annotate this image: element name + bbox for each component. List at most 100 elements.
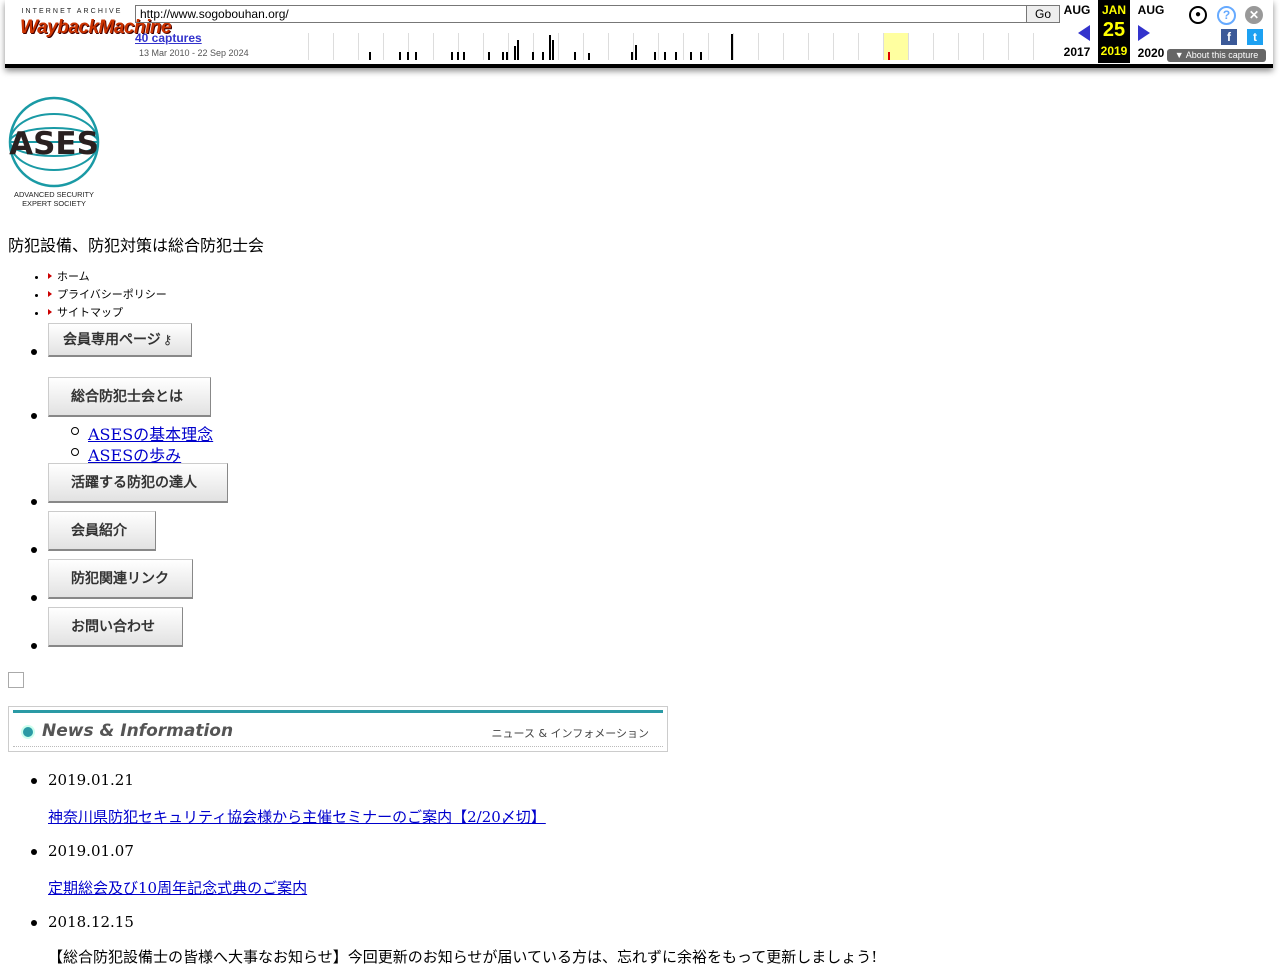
news-date: 2018.12.15 xyxy=(48,913,134,931)
util-link-sitemap[interactable]: サイトマップ xyxy=(48,304,167,322)
sparkline-year-cell[interactable] xyxy=(583,33,609,60)
next-year-label[interactable]: 2020 xyxy=(1135,46,1167,60)
sparkline-capture-mark xyxy=(675,52,677,60)
sparkline-capture-mark xyxy=(399,52,401,60)
sparkline-year-cell[interactable] xyxy=(458,33,484,60)
prev-capture-arrow-icon[interactable] xyxy=(1078,25,1090,41)
list-bullet xyxy=(31,595,37,601)
list-bullet xyxy=(31,643,37,649)
sparkline-year-cell[interactable] xyxy=(983,33,1009,60)
sparkline-capture-mark xyxy=(731,34,733,60)
sparkline-year-cell[interactable] xyxy=(908,33,934,60)
captures-link[interactable]: 40 captures xyxy=(135,31,202,45)
current-day: 25 xyxy=(1102,19,1126,41)
sparkline-capture-mark xyxy=(588,53,590,60)
current-year: 2019 xyxy=(1100,44,1128,58)
sparkline-year-cell[interactable] xyxy=(933,33,959,60)
wayback-go-button[interactable]: Go xyxy=(1026,5,1060,23)
ases-emblem-icon: ASES ADVANCED SECURITY EXPERT SOCIETY xyxy=(8,96,100,208)
sparkline-capture-mark xyxy=(517,40,519,60)
news-link[interactable]: 定期総会及び10周年記念式典のご案内 xyxy=(48,877,307,898)
ases-logo-line1: ADVANCED SECURITY xyxy=(14,190,94,199)
about-capture-button[interactable]: ▼ About this capture xyxy=(1167,49,1266,62)
nav-member-intro-button[interactable]: 会員紹介 xyxy=(48,511,156,551)
news-header-subtitle: ニュース & インフォメーション xyxy=(491,727,649,740)
sparkline-year-cell[interactable] xyxy=(683,33,709,60)
sparkline-year-cell[interactable] xyxy=(333,33,359,60)
sparkline-capture-mark xyxy=(369,52,371,60)
current-capture-date: JAN 25 2019 xyxy=(1098,0,1130,63)
sparkline-year-cell[interactable] xyxy=(958,33,984,60)
sparkline-capture-mark xyxy=(549,35,551,60)
triangle-icon xyxy=(48,273,52,279)
sparkline-year-cell[interactable] xyxy=(658,33,684,60)
nav-members-button[interactable]: 会員専用ページ ⚷ xyxy=(48,323,192,357)
current-month: JAN xyxy=(1101,3,1126,17)
sparkline-year-cell[interactable] xyxy=(558,33,584,60)
close-icon[interactable]: ✕ xyxy=(1245,6,1263,24)
sparkline-year-cell[interactable] xyxy=(1008,33,1034,60)
next-capture-arrow-icon[interactable] xyxy=(1138,25,1150,41)
sparkline-year-cell[interactable] xyxy=(358,33,384,60)
about-capture-label: About this capture xyxy=(1185,50,1259,60)
sparkline-year-cell[interactable] xyxy=(758,33,784,60)
news-header: News & Information ニュース & インフォメーション xyxy=(8,706,668,752)
nav-contact-button[interactable]: お問い合わせ xyxy=(48,607,183,647)
wayback-logo-main: WaybackMachine xyxy=(20,17,172,38)
sparkline-capture-mark xyxy=(514,46,516,60)
ases-logo[interactable]: ASES ADVANCED SECURITY EXPERT SOCIETY xyxy=(8,96,100,210)
sparkline-year-cell[interactable] xyxy=(508,33,534,60)
sparkline-capture-mark xyxy=(457,52,459,60)
prev-month-label[interactable]: AUG xyxy=(1061,3,1093,17)
sparkline-capture-mark xyxy=(488,52,490,60)
sparkline-year-cell[interactable] xyxy=(783,33,809,60)
prev-year-label[interactable]: 2017 xyxy=(1061,45,1093,59)
sparkline-year-cell[interactable] xyxy=(808,33,834,60)
sparkline-capture-mark xyxy=(463,52,465,60)
ases-logo-name: ASES xyxy=(9,126,99,162)
util-link-home[interactable]: ホーム xyxy=(48,268,167,286)
sparkline-year-cell[interactable] xyxy=(1033,33,1059,60)
sparkline-year-cell[interactable] xyxy=(883,33,909,60)
twitter-icon[interactable]: t xyxy=(1247,29,1263,45)
sparkline-year-cell[interactable] xyxy=(383,33,409,60)
wayback-logo-top: INTERNET ARCHIVE xyxy=(21,8,123,15)
facebook-icon[interactable]: f xyxy=(1221,29,1237,45)
sparkline-capture-mark xyxy=(631,52,633,60)
nav-experts-button[interactable]: 活躍する防犯の達人 xyxy=(48,463,228,503)
sparkline-capture-mark xyxy=(542,52,544,60)
list-bullet xyxy=(31,499,37,505)
sparkline-capture-mark xyxy=(690,52,692,60)
sparkline-current-mark xyxy=(888,52,890,60)
user-account-icon[interactable]: ● xyxy=(1189,6,1207,24)
broken-image-icon xyxy=(8,672,24,688)
sparkline-capture-mark xyxy=(700,52,702,60)
capture-sparkline[interactable] xyxy=(308,33,1060,60)
help-icon[interactable]: ? xyxy=(1217,6,1236,25)
news-date: 2019.01.21 xyxy=(48,771,134,789)
nav-contact-label: お問い合わせ xyxy=(71,619,155,635)
sparkline-capture-mark xyxy=(552,40,554,60)
wayback-logo[interactable]: INTERNET ARCHIVE WaybackMachine xyxy=(20,8,172,52)
sparkline-capture-mark xyxy=(532,52,534,60)
list-bullet xyxy=(31,547,37,553)
nav-about-button[interactable]: 総合防犯士会とは xyxy=(48,377,211,417)
nav-member-intro-label: 会員紹介 xyxy=(71,523,127,539)
wayback-toolbar: INTERNET ARCHIVE WaybackMachine http://w… xyxy=(5,0,1273,68)
sparkline-capture-mark xyxy=(654,52,656,60)
util-link-privacy[interactable]: プライバシーポリシー xyxy=(48,286,167,304)
next-month-label[interactable]: AUG xyxy=(1135,3,1167,17)
nav-links-button[interactable]: 防犯関連リンク xyxy=(48,559,193,599)
sparkline-year-cell[interactable] xyxy=(308,33,334,60)
sparkline-capture-mark xyxy=(635,45,637,60)
sparkline-year-cell[interactable] xyxy=(833,33,859,60)
sparkline-year-cell[interactable] xyxy=(733,33,759,60)
sparkline-year-cell[interactable] xyxy=(408,33,434,60)
news-dot-icon xyxy=(23,727,33,737)
news-link[interactable]: 神奈川県防犯セキュリティ協会様から主催セミナーのご案内【2/20〆切】 xyxy=(48,806,546,827)
sparkline-year-cell[interactable] xyxy=(858,33,884,60)
sparkline-year-cell[interactable] xyxy=(433,33,459,60)
sparkline-capture-mark xyxy=(407,52,409,60)
sparkline-year-cell[interactable] xyxy=(533,33,559,60)
wayback-url-input[interactable]: http://www.sogobouhan.org/ xyxy=(135,5,1029,23)
